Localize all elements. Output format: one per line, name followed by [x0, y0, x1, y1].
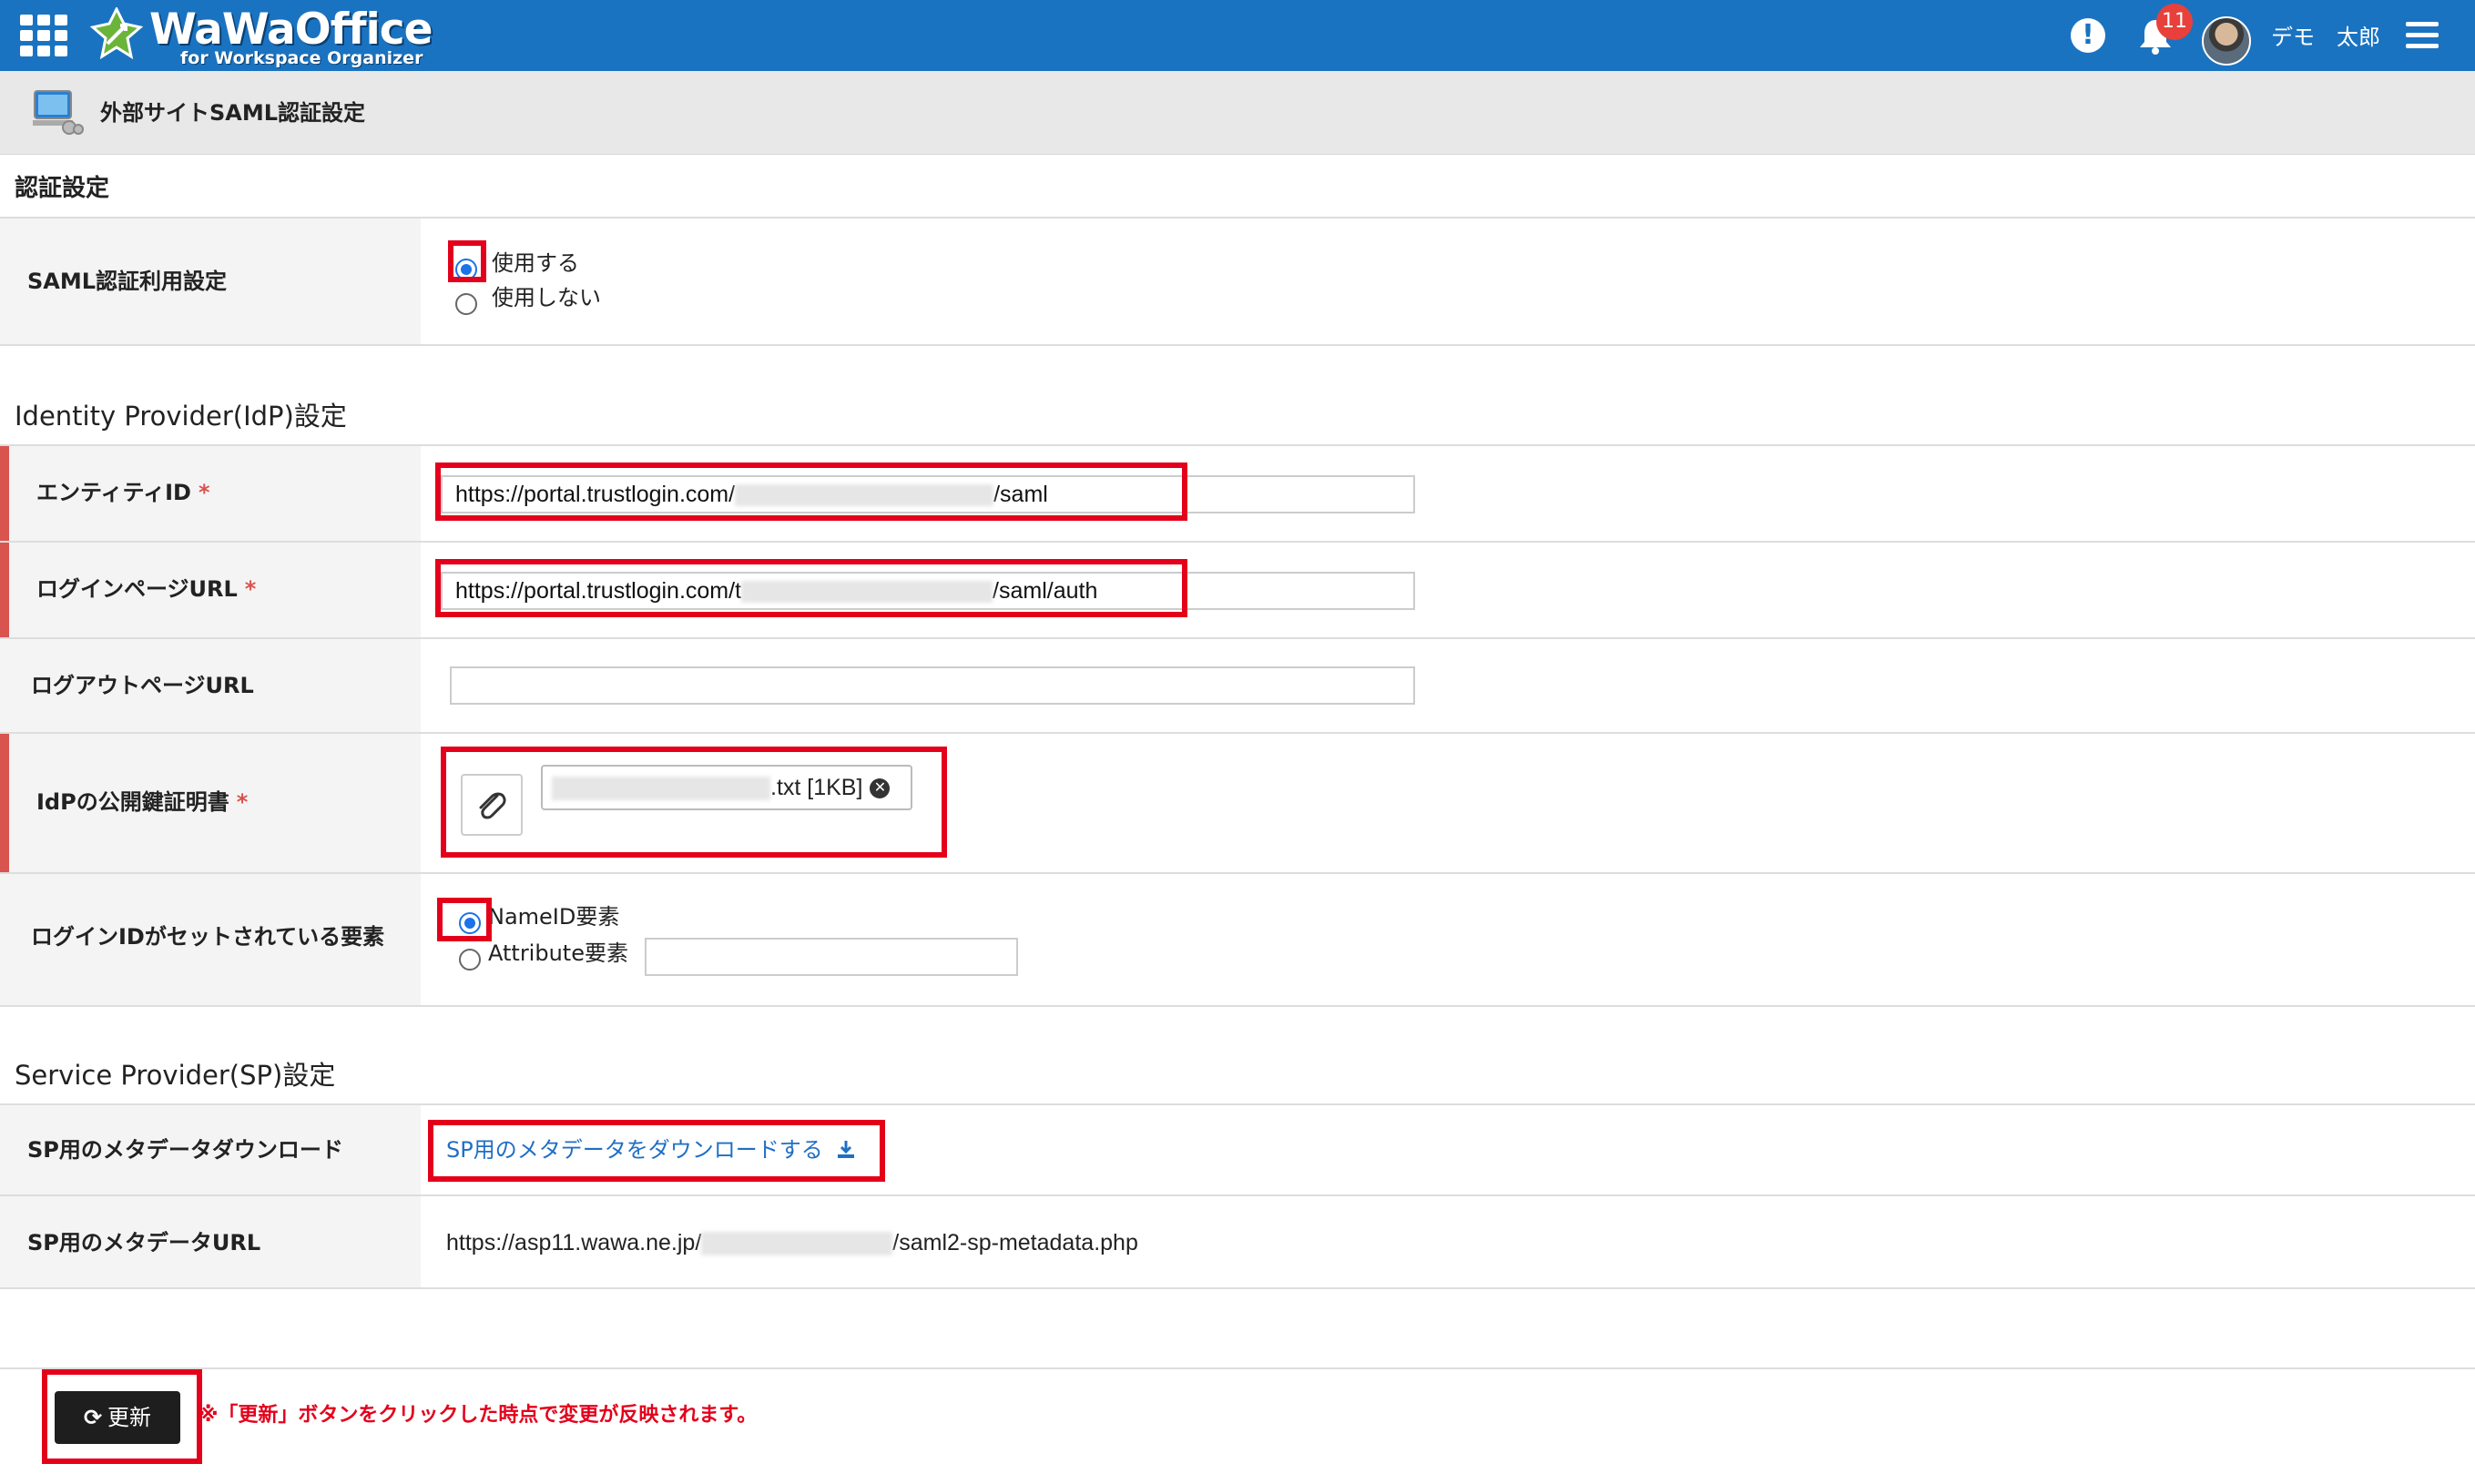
page-title: 外部サイトSAML認証設定 [100, 100, 366, 126]
label-cell: ログインページURL * [0, 543, 421, 637]
sp-metadata-url-row: SP用のメタデータURL https://asp11.wawa.ne.jp/ /s… [0, 1196, 2475, 1289]
logo-mark-icon [89, 7, 144, 60]
login-url-label-text: ログインページURL [36, 576, 238, 602]
not-use-radio-label[interactable]: 使用しない [492, 284, 601, 311]
required-mark: * [244, 576, 257, 602]
idp-section-title: Identity Provider(IdP)設定 [15, 401, 347, 432]
login-url-row: ログインページURL * https://portal.trustlogin.co… [0, 543, 2475, 639]
logout-url-row: ログアウトページURL [0, 639, 2475, 734]
highlight-box [437, 898, 492, 941]
alert-icon[interactable]: ! [2071, 18, 2105, 53]
page-header: 外部サイトSAML認証設定 [0, 71, 2475, 155]
label-cell: SP用のメタデータURL [0, 1196, 421, 1287]
top-bar: WaWaOffice for Workspace Organizer ! 11 … [0, 0, 2475, 71]
certificate-row: IdPの公開鍵証明書 * .txt [1KB] ✕ [0, 734, 2475, 874]
required-mark: * [198, 480, 210, 505]
label-cell: IdPの公開鍵証明書 * [0, 734, 421, 872]
attribute-radio[interactable] [459, 949, 481, 971]
sp-metadata-url-suffix: /saml2-sp-metadata.php [892, 1230, 1138, 1255]
label-cell: SAML認証利用設定 [0, 219, 421, 344]
login-url-label: ログインページURL * [36, 575, 256, 603]
required-mark: * [236, 789, 249, 815]
saml-usage-row: SAML認証利用設定 使用する 使用しない [0, 219, 2475, 346]
wawaoffice-logo[interactable]: WaWaOffice for Workspace Organizer [89, 4, 472, 67]
attribute-radio-label[interactable]: Attribute要素 [488, 940, 628, 967]
certificate-label-text: IdPの公開鍵証明書 [36, 789, 229, 815]
sp-section-title: Service Provider(SP)設定 [15, 1060, 336, 1091]
highlight-box [428, 1120, 885, 1182]
highlight-box [441, 747, 947, 858]
entity-id-row: エンティティID * https://portal.trustlogin.com/… [0, 444, 2475, 543]
sp-download-row: SP用のメタデータダウンロード SP用のメタデータをダウンロードする [0, 1103, 2475, 1196]
sp-metadata-url: https://asp11.wawa.ne.jp/ /saml2-sp-metad… [446, 1229, 1138, 1256]
redacted-text [701, 1232, 893, 1256]
logout-url-label: ログアウトページURL [31, 673, 254, 698]
computer-icon [33, 90, 84, 135]
user-name[interactable]: デモ 太郎 [2271, 24, 2380, 51]
saml-usage-label: SAML認証利用設定 [27, 269, 228, 294]
hamburger-menu-icon[interactable] [2406, 22, 2439, 49]
attribute-input[interactable] [645, 938, 1018, 976]
login-id-element-row: ログインIDがセットされている要素 NameID要素 Attribute要素 [0, 874, 2475, 1007]
update-notice: ※「更新」ボタンをクリックした時点で変更が反映されます。 [199, 1404, 758, 1427]
entity-id-label-text: エンティティID [36, 480, 191, 505]
logout-url-input[interactable] [450, 666, 1415, 705]
nameid-radio-label[interactable]: NameID要素 [488, 903, 619, 930]
auth-section-title: 認証設定 [15, 175, 110, 202]
sp-metadata-url-label: SP用のメタデータURL [27, 1230, 261, 1255]
highlight-box [42, 1369, 202, 1464]
use-radio-label[interactable]: 使用する [492, 249, 579, 277]
sp-download-label: SP用のメタデータダウンロード [27, 1137, 343, 1163]
logo-title: WaWaOffice [149, 5, 433, 55]
label-cell: ログアウトページURL [0, 639, 421, 732]
notification-badge: 11 [2156, 4, 2193, 40]
label-cell: SP用のメタデータダウンロード [0, 1105, 421, 1194]
entity-id-label: エンティティID * [36, 479, 210, 506]
app-grid-icon[interactable] [20, 15, 69, 56]
highlight-box [435, 462, 1187, 521]
sp-metadata-url-prefix: https://asp11.wawa.ne.jp/ [446, 1230, 702, 1255]
label-cell: エンティティID * [0, 446, 421, 541]
certificate-label: IdPの公開鍵証明書 * [36, 788, 248, 816]
login-id-element-label: ログインIDがセットされている要素 [31, 924, 385, 950]
highlight-box [435, 559, 1187, 617]
not-use-radio[interactable] [455, 293, 477, 315]
footer-divider [0, 1367, 2475, 1369]
highlight-box [448, 240, 486, 282]
label-cell: ログインIDがセットされている要素 [0, 874, 421, 1005]
avatar[interactable] [2202, 16, 2251, 66]
logo-subtitle: for Workspace Organizer [180, 48, 423, 68]
